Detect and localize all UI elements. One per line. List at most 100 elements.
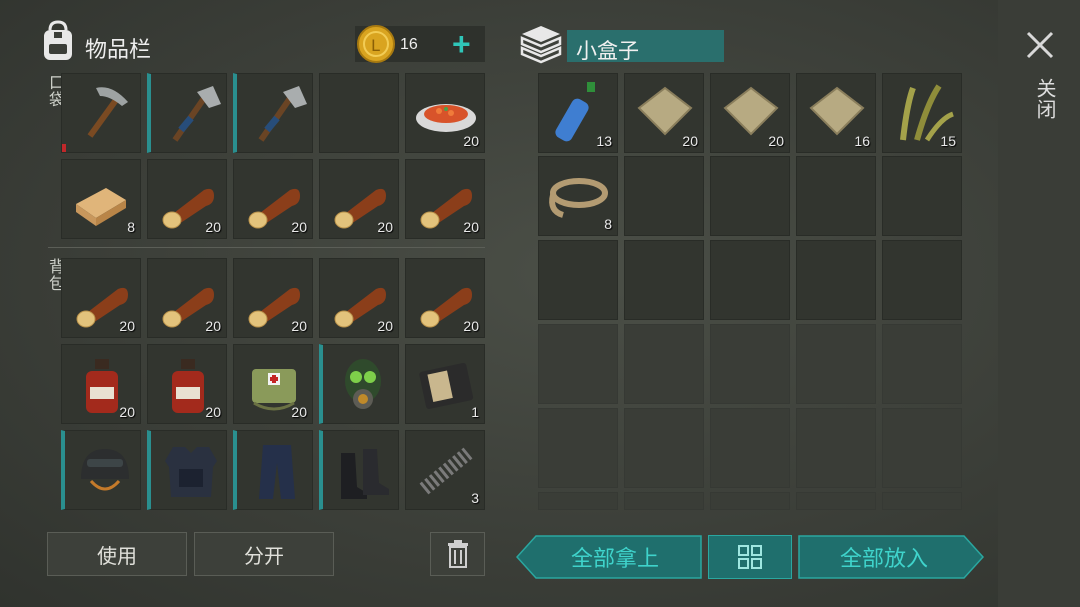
backpack-slot[interactable]: 20 [233,344,313,424]
container-slot[interactable] [710,408,790,488]
coin-count: 16 [400,36,418,53]
backpack-slot[interactable]: 20 [319,258,399,338]
container-slot[interactable]: 20 [710,73,790,153]
pocket-slot[interactable]: 20 [405,159,485,239]
take-all-button[interactable]: 全部拿上 [516,535,702,579]
item-count: 20 [377,219,393,235]
backpack-slot[interactable]: 20 [233,258,313,338]
grid-icon [738,545,762,569]
boots-icon [341,449,389,499]
split-button[interactable]: 分开 [194,532,334,576]
backpack-slot[interactable] [233,430,313,510]
backpack-slot[interactable]: 1 [405,344,485,424]
container-slot[interactable] [882,408,962,488]
container-slot[interactable] [710,324,790,404]
trash-icon [447,540,468,568]
backpack-slot[interactable] [319,344,399,424]
container-slot[interactable] [538,240,618,320]
helmet-icon [81,449,129,491]
container-slot[interactable] [624,156,704,236]
container-slot[interactable] [882,240,962,320]
item-count: 20 [463,133,479,149]
item-count: 20 [682,133,698,149]
pocket-slot[interactable] [61,73,141,153]
container-title: 小盒子 [576,40,639,63]
close-panel[interactable]: 关闭 [998,0,1080,607]
pocket-slot[interactable]: 20 [319,159,399,239]
backpack-slot[interactable] [147,430,227,510]
close-icon[interactable] [1025,30,1055,60]
item-count: 20 [377,318,393,334]
item-count: 3 [471,490,479,506]
container-slot[interactable] [796,324,876,404]
trash-button[interactable] [430,532,485,576]
durability-bar [62,144,66,152]
backpack-slot[interactable]: 20 [61,344,141,424]
close-label[interactable]: 关闭 [1030,78,1059,120]
backpack-slot[interactable]: 3 [405,430,485,510]
item-count: 20 [463,318,479,334]
add-coins-button[interactable]: + [452,28,478,60]
put-all-button[interactable]: 全部放入 [798,535,984,579]
container-slot[interactable] [624,324,704,404]
pocket-slot[interactable]: 8 [61,159,141,239]
container-slot[interactable]: 15 [882,73,962,153]
backpack-icon [38,20,78,64]
gas-mask-icon [345,359,381,409]
pants-icon [259,445,295,499]
item-count: 20 [119,318,135,334]
item-count: 20 [463,219,479,235]
backpack-slot[interactable] [319,430,399,510]
container-slot[interactable] [882,324,962,404]
pocket-slot[interactable] [233,73,313,153]
pocket-slot[interactable]: 20 [405,73,485,153]
item-count: 13 [596,133,612,149]
backpack-slot[interactable] [61,430,141,510]
item-count: 16 [854,133,870,149]
container-slot[interactable] [882,156,962,236]
container-slot[interactable] [796,156,876,236]
container-slot[interactable]: 16 [796,73,876,153]
container-slot[interactable] [624,240,704,320]
svg-text:L: L [371,36,380,55]
container-slot[interactable] [624,492,704,510]
container-slot[interactable] [796,408,876,488]
body-armor-icon [165,447,217,497]
container-slot[interactable]: 13 [538,73,618,153]
container-slot[interactable] [538,492,618,510]
item-count: 20 [119,404,135,420]
item-count: 20 [291,318,307,334]
container-slot[interactable]: 20 [624,73,704,153]
backpack-slot[interactable]: 20 [147,258,227,338]
item-count: 20 [768,133,784,149]
container-slot[interactable] [796,492,876,510]
pocket-slot[interactable] [319,73,399,153]
container-slot[interactable] [710,492,790,510]
put-all-label: 全部放入 [839,546,928,571]
item-count: 8 [127,219,135,235]
section-divider [48,247,485,248]
container-slot[interactable] [882,492,962,510]
container-slot[interactable] [710,240,790,320]
backpack-slot[interactable]: 20 [405,258,485,338]
item-count: 20 [291,219,307,235]
take-all-label: 全部拿上 [570,546,659,571]
container-slot[interactable] [710,156,790,236]
inventory-title: 物品栏 [85,37,152,62]
container-slot[interactable] [624,408,704,488]
item-count: 20 [205,404,221,420]
container-slot[interactable] [796,240,876,320]
backpack-slot[interactable]: 20 [61,258,141,338]
sort-grid-button[interactable] [708,535,792,579]
pocket-slot[interactable] [147,73,227,153]
hatchet-icon [172,86,221,142]
backpack-slot[interactable]: 20 [147,344,227,424]
use-button[interactable]: 使用 [47,532,187,576]
hatchet-icon [258,86,307,142]
pocket-slot[interactable]: 20 [147,159,227,239]
container-slot[interactable]: 8 [538,156,618,236]
pocket-slot[interactable]: 20 [233,159,313,239]
container-slot[interactable] [538,408,618,488]
coin-icon: L [356,24,396,64]
container-slot[interactable] [538,324,618,404]
